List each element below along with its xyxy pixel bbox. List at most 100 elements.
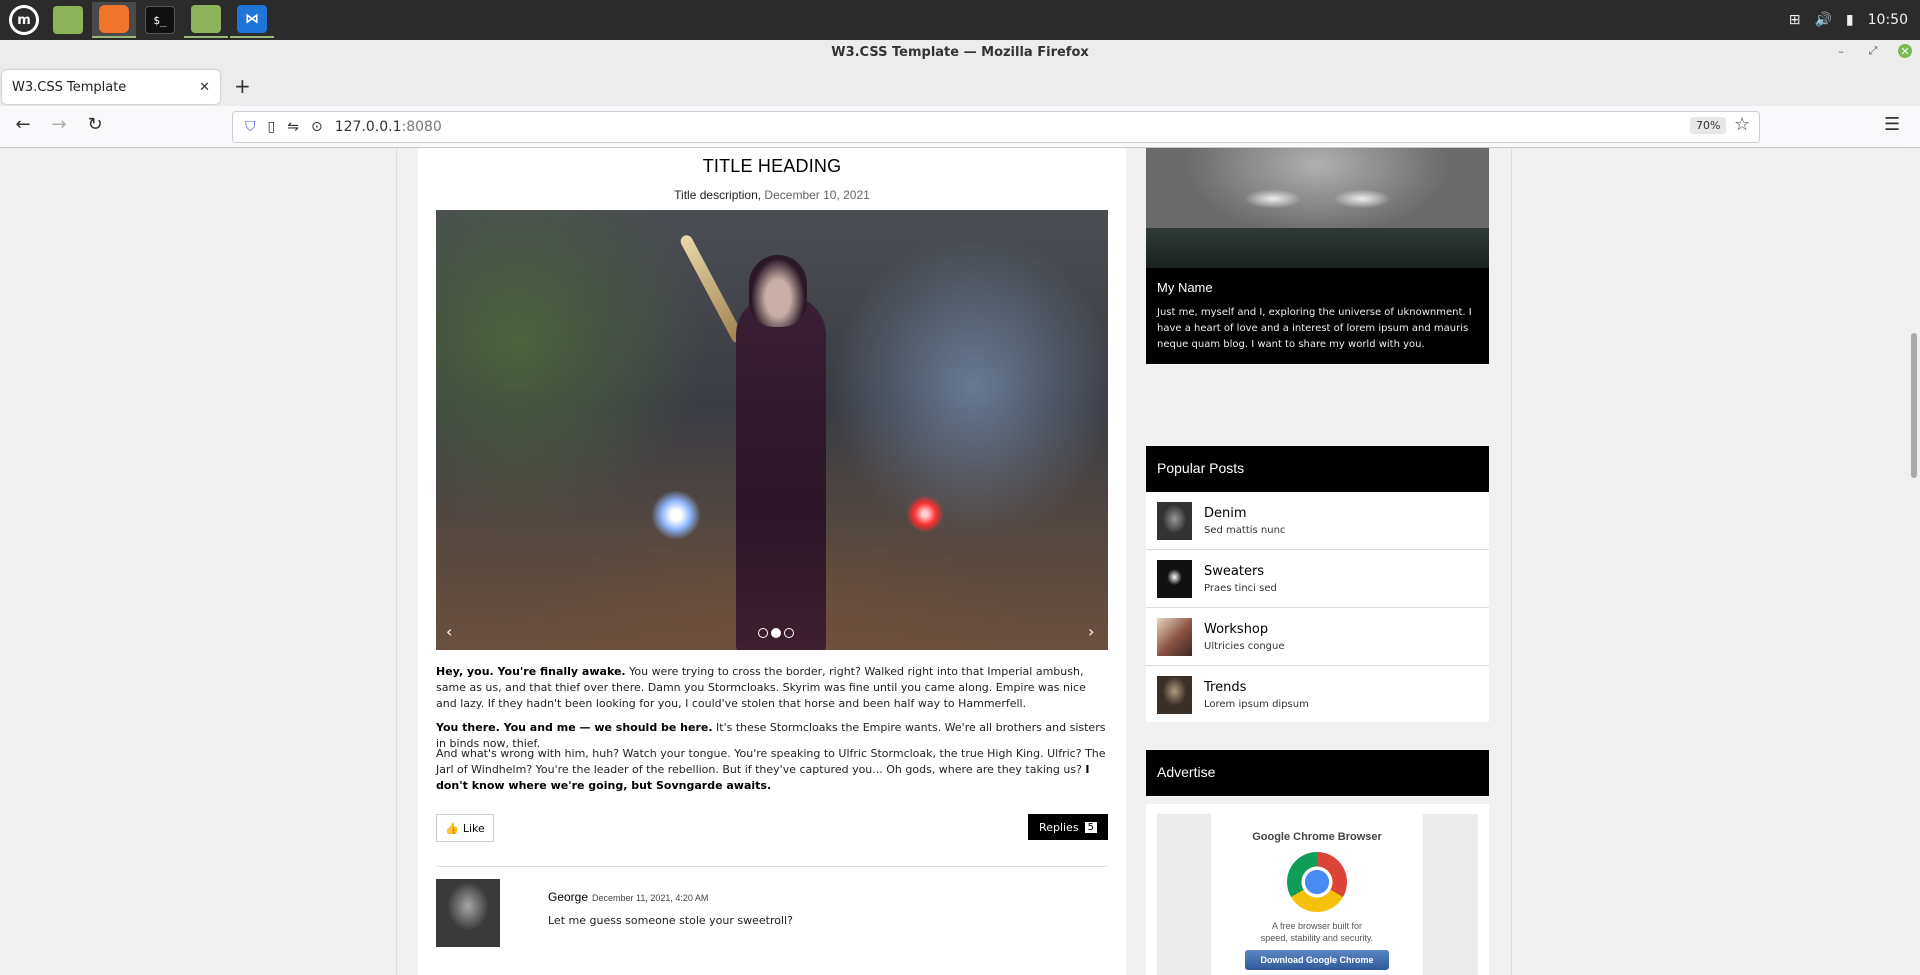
post-description: Title description, December 10, 2021 — [418, 188, 1126, 202]
ad-description-line-1: A free browser built for — [1271, 921, 1363, 931]
back-icon[interactable]: ← — [10, 114, 36, 135]
page-scrollbar[interactable] — [1908, 148, 1920, 975]
ad-title: Google Chrome Browser — [1252, 831, 1382, 843]
taskbar-firefox[interactable] — [92, 2, 136, 38]
popular-post-item[interactable]: Denim Sed mattis nunc — [1146, 492, 1489, 550]
window-controls: – ⤢ ✕ — [1834, 44, 1912, 58]
popular-post-title: Denim — [1204, 505, 1247, 521]
popular-posts-header: Popular Posts — [1146, 446, 1489, 492]
about-me-card: My Name Just me, myself and I, exploring… — [1146, 268, 1489, 364]
network-icon[interactable]: ⊞ — [1789, 12, 1801, 28]
post-thumbnail — [1157, 559, 1192, 598]
blue-orb — [651, 490, 701, 540]
post-title: TITLE HEADING — [702, 156, 842, 176]
slide-dot-3[interactable] — [784, 628, 794, 638]
comment-text: Let me guess someone stole your sweetrol… — [548, 914, 793, 927]
files-icon — [53, 6, 83, 34]
vscode-icon: ⋈ — [237, 5, 267, 33]
like-button[interactable]: 👍 Like — [436, 814, 494, 842]
tab-w3css-template[interactable]: W3.CSS Template ✕ — [2, 70, 220, 104]
hamburger-menu-icon[interactable]: ☰ — [1884, 114, 1900, 135]
post-paragraph-3: And what's wrong with him, huh? Watch yo… — [436, 747, 1106, 792]
red-orb — [906, 495, 944, 533]
advertisement-area: Google Chrome Browser A free browser bui… — [1146, 804, 1489, 975]
post-thumbnail — [1157, 617, 1192, 656]
ad-banner[interactable]: Google Chrome Browser A free browser bui… — [1157, 814, 1478, 975]
folder-icon — [191, 5, 221, 33]
prev-slide-icon[interactable]: ‹ — [446, 622, 452, 641]
clock[interactable]: 10:50 — [1868, 12, 1908, 28]
ad-description-line-2: speed, stability and security. — [1260, 933, 1374, 943]
location-icon[interactable]: ⊙ — [311, 119, 323, 135]
about-me-title: My Name — [1157, 280, 1213, 295]
comment-date: December 11, 2021, 4:20 AM — [592, 893, 709, 903]
replies-label: Replies — [1039, 820, 1079, 834]
popular-post-item[interactable]: Workshop Ultricies congue — [1146, 608, 1489, 666]
post-date: December 10, 2021 — [761, 188, 870, 202]
taskbar-terminal[interactable]: $_ — [138, 2, 182, 38]
reload-icon[interactable]: ↻ — [82, 114, 108, 135]
page-viewport: TITLE HEADING Title description, Decembe… — [0, 148, 1920, 975]
popular-post-title: Workshop — [1204, 621, 1269, 637]
new-tab-icon[interactable]: + — [234, 74, 251, 98]
battery-icon[interactable]: ▮ — [1846, 12, 1854, 28]
comment-avatar — [436, 879, 500, 947]
navigation-toolbar: ← → ↻ ⛉ ▯ ⇋ ⊙ 127.0.0.1:8080 70% ☆ ☰ — [0, 106, 1920, 148]
comment-header: George December 11, 2021, 4:20 AM — [548, 890, 708, 904]
terminal-icon: $_ — [145, 6, 175, 34]
ad-content: Google Chrome Browser A free browser bui… — [1211, 814, 1423, 975]
popular-post-subtitle: Ultricies congue — [1204, 640, 1285, 652]
popular-post-item[interactable]: Sweaters Praes tinci sed — [1146, 550, 1489, 608]
slide-dot-1[interactable] — [758, 628, 768, 638]
zoom-level[interactable]: 70% — [1690, 117, 1727, 134]
minimize-icon[interactable]: – — [1834, 44, 1848, 58]
replies-button[interactable]: Replies 5 — [1028, 814, 1108, 840]
slide-dots — [758, 628, 794, 638]
os-taskbar: m $_ ⋈ ⊞ 🔊 ▮ 10:50 — [0, 0, 1920, 40]
scrollbar-thumb[interactable] — [1911, 333, 1917, 478]
blog-post-card: TITLE HEADING Title description, Decembe… — [418, 148, 1126, 975]
replies-count-badge: 5 — [1084, 821, 1097, 833]
post-thumbnail — [1157, 501, 1192, 540]
close-window-icon[interactable]: ✕ — [1898, 44, 1912, 58]
post-description-label: Title description, — [674, 188, 762, 202]
window-title: W3.CSS Template — Mozilla Firefox — [0, 40, 1920, 66]
popular-post-subtitle: Sed mattis nunc — [1204, 524, 1286, 536]
ad-description: A free browser built for speed, stabilit… — [1211, 920, 1423, 944]
about-me-text: Just me, myself and I, exploring the uni… — [1157, 307, 1472, 350]
url-bar[interactable]: ⛉ ▯ ⇋ ⊙ 127.0.0.1:8080 — [232, 111, 1760, 143]
popular-post-title: Sweaters — [1204, 563, 1265, 579]
tab-label: W3.CSS Template — [12, 79, 127, 95]
like-label: Like — [462, 821, 485, 835]
page-icon: ▯ — [267, 119, 276, 135]
url-host: 127.0.0.1 — [334, 119, 402, 135]
shield-icon[interactable]: ⛉ — [245, 119, 256, 135]
tab-strip: W3.CSS Template ✕ + — [0, 66, 1920, 106]
mint-menu-icon: m — [9, 5, 39, 35]
popular-post-item[interactable]: Trends Lorem ipsum dipsum — [1146, 666, 1489, 724]
maximize-icon[interactable]: ⤢ — [1866, 44, 1880, 58]
advertise-header: Advertise — [1146, 750, 1489, 796]
post-divider — [436, 866, 1108, 867]
popular-posts-list: Denim Sed mattis nunc Sweaters Praes tinci… — [1146, 492, 1489, 722]
permissions-icon[interactable]: ⇋ — [287, 119, 299, 135]
thumbs-up-icon: 👍 — [445, 821, 459, 835]
volume-icon[interactable]: 🔊 — [1814, 12, 1831, 28]
slide-dot-2[interactable] — [771, 628, 781, 638]
system-tray: ⊞ 🔊 ▮ 10:50 — [1789, 0, 1908, 40]
about-me-photo-scarf — [1146, 228, 1489, 268]
tab-close-icon[interactable]: ✕ — [199, 80, 210, 95]
next-slide-icon[interactable]: › — [1088, 622, 1094, 641]
firefox-icon — [99, 5, 129, 33]
slide-figure — [678, 233, 856, 650]
image-slideshow[interactable]: ‹ › — [436, 210, 1108, 650]
download-chrome-button[interactable]: Download Google Chrome — [1245, 950, 1389, 970]
forward-icon[interactable]: → — [46, 114, 72, 135]
taskbar-vscode[interactable]: ⋈ — [230, 2, 274, 38]
bookmark-star-icon[interactable]: ☆ — [1734, 114, 1750, 135]
popular-post-title: Trends — [1204, 680, 1247, 695]
taskbar-folder[interactable] — [184, 2, 228, 38]
taskbar-files[interactable] — [46, 2, 90, 38]
chrome-logo-icon — [1287, 852, 1347, 912]
mint-menu-button[interactable]: m — [2, 2, 46, 38]
